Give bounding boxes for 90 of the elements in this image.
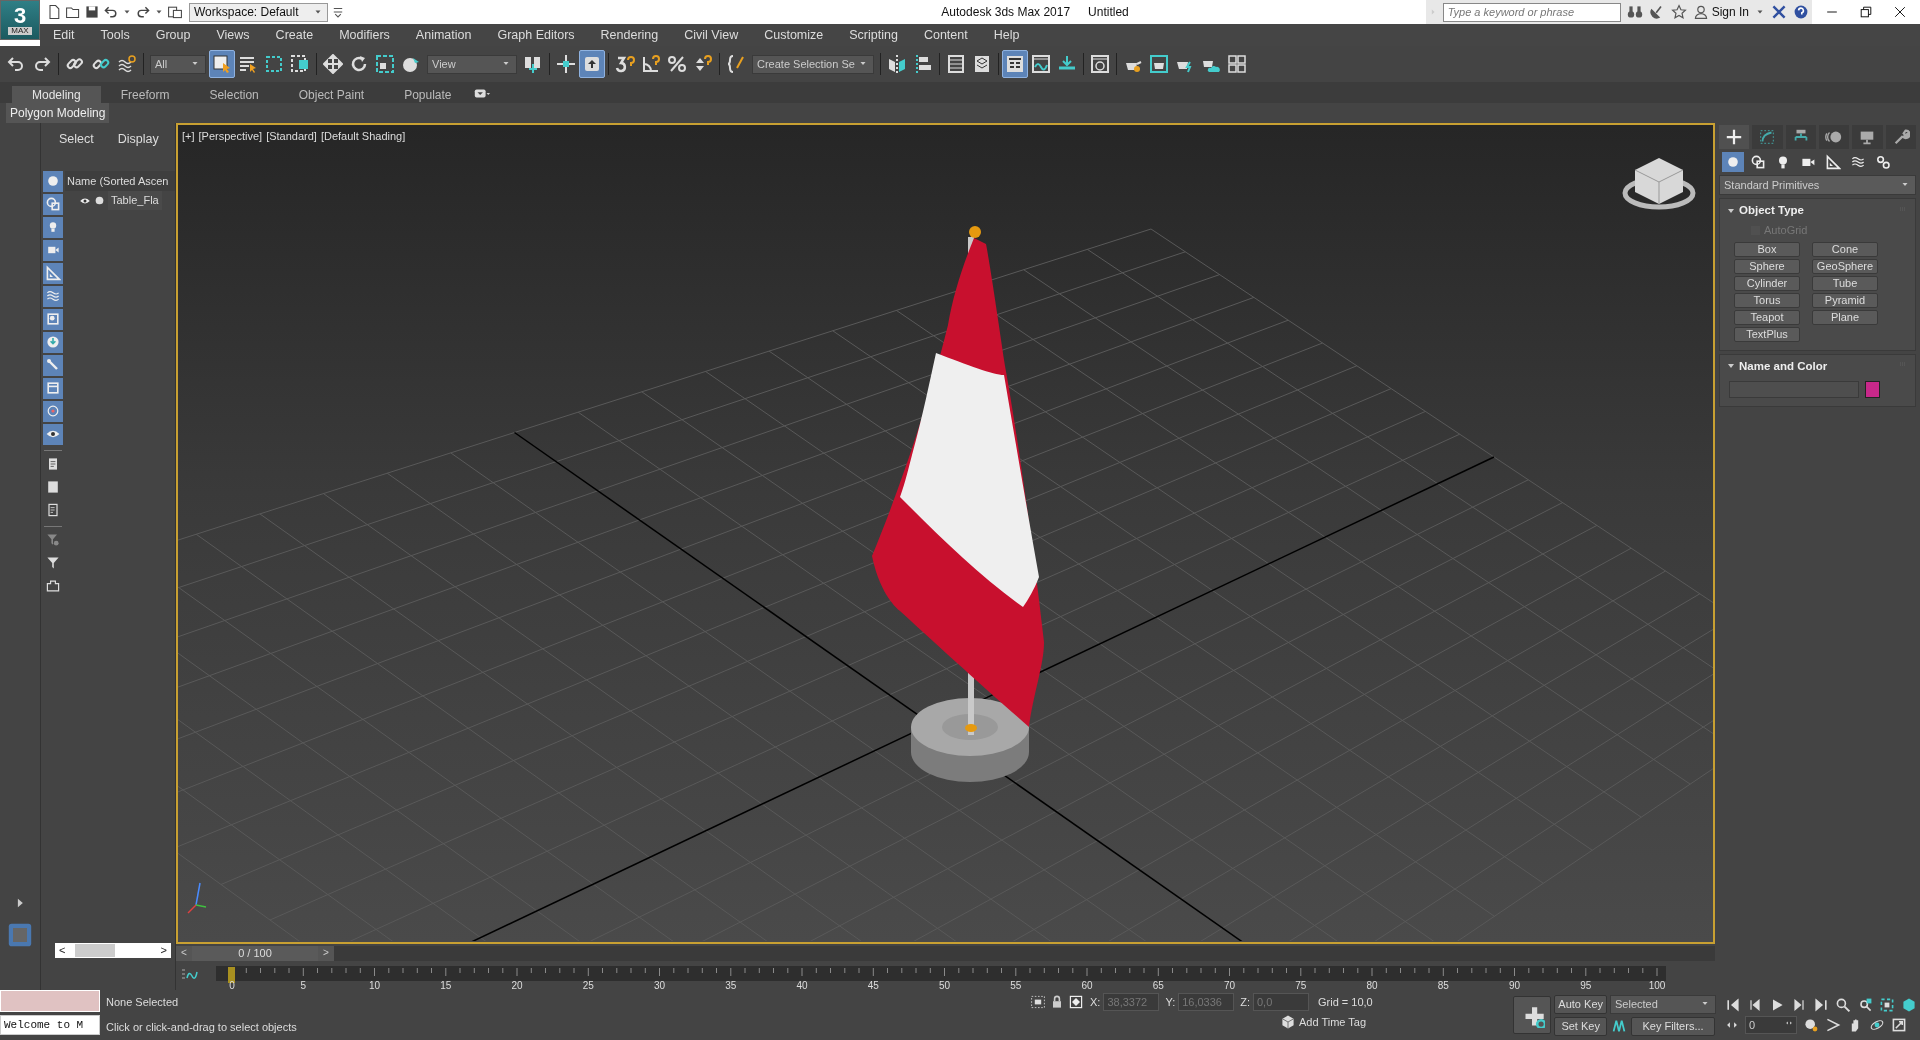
- set-key-button[interactable]: Set Key: [1554, 1016, 1607, 1036]
- frame-label: 45: [867, 980, 879, 990]
- ribbon-tab[interactable]: Freeform: [100, 86, 190, 103]
- coordinate-label: Y:: [1165, 994, 1176, 1010]
- frame-label: 60: [1081, 980, 1093, 990]
- object-name[interactable]: Table_Fla: [108, 191, 162, 210]
- frame-label: 100: [1648, 980, 1666, 990]
- dropdown[interactable]: All: [150, 54, 206, 74]
- key-mode-dropdown[interactable]: Selected: [1610, 994, 1716, 1014]
- search-field[interactable]: Type a keyword or phrase: [1442, 2, 1621, 22]
- frame-label: 50: [938, 980, 951, 990]
- menu-item[interactable]: Graph Editors: [484, 25, 588, 45]
- dropdown[interactable]: View: [427, 54, 517, 74]
- key-filters-button[interactable]: Key Filters...: [1631, 1016, 1715, 1036]
- sign-in-button[interactable]: Sign In: [1692, 3, 1749, 21]
- menu-item[interactable]: Edit: [40, 25, 88, 45]
- dropdown[interactable]: Create Selection Se: [752, 54, 874, 74]
- primitive-button[interactable]: Torus: [1734, 292, 1800, 308]
- current-frame-field[interactable]: 0: [1745, 1015, 1797, 1034]
- ribbon-tab[interactable]: Modeling: [12, 86, 101, 103]
- category-dropdown[interactable]: Standard Primitives: [1719, 175, 1916, 195]
- frame-label: 70: [1223, 980, 1236, 990]
- selection-status: None Selected: [106, 995, 180, 1011]
- column-header[interactable]: Name (Sorted Ascen: [65, 170, 175, 192]
- scroll-left-button[interactable]: <: [55, 944, 70, 957]
- primitive-button[interactable]: Teapot: [1734, 309, 1800, 325]
- menu-item[interactable]: Views: [203, 25, 263, 45]
- time-slider-thumb[interactable]: 0 / 100: [192, 945, 318, 961]
- primitive-button[interactable]: Plane: [1812, 309, 1878, 325]
- menu-item[interactable]: Content: [910, 25, 981, 45]
- document-title: Untitled: [1088, 4, 1129, 21]
- prompt-text: Click or click-and-drag to select objects: [106, 1020, 298, 1036]
- frame-label: 55: [1010, 980, 1022, 990]
- menu-item[interactable]: Group: [142, 25, 204, 45]
- frame-label: 95: [1580, 980, 1592, 990]
- primitive-button[interactable]: Box: [1734, 241, 1800, 257]
- menu-item[interactable]: Customize: [751, 25, 837, 45]
- frame-label: 90: [1508, 980, 1521, 990]
- viewport-label[interactable]: [+]: [182, 128, 195, 145]
- explorer-tab[interactable]: Select: [53, 129, 100, 150]
- frame-label: 20: [511, 980, 523, 990]
- workspace-dropdown[interactable]: Workspace: Default: [189, 2, 328, 22]
- frame-label: 5: [300, 980, 307, 990]
- previous-frame-button[interactable]: <: [176, 945, 192, 961]
- coordinate-label: X:: [1090, 994, 1101, 1010]
- primitive-button[interactable]: Tube: [1812, 275, 1878, 291]
- primitive-button[interactable]: TextPlus: [1734, 326, 1800, 342]
- scroll-right-button[interactable]: >: [156, 944, 171, 957]
- menu-item[interactable]: Help: [980, 25, 1033, 45]
- ribbon-tab[interactable]: Object Paint: [278, 86, 385, 103]
- viewport-label[interactable]: [Standard]: [266, 128, 317, 145]
- ribbon-tab[interactable]: Selection: [189, 86, 279, 103]
- rollout-title[interactable]: Object Type: [1739, 202, 1804, 220]
- auto-key-button[interactable]: Auto Key: [1554, 994, 1607, 1014]
- ribbon-tab[interactable]: Populate: [384, 86, 472, 103]
- viewport-label[interactable]: [Perspective]: [198, 128, 263, 145]
- explorer-tab[interactable]: Display: [111, 129, 165, 150]
- frame-label: 75: [1295, 980, 1307, 990]
- primitive-button[interactable]: Sphere: [1734, 258, 1800, 274]
- app-title: Autodesk 3ds Max 2017: [941, 4, 1071, 21]
- primitive-button[interactable]: GeoSphere: [1812, 258, 1878, 274]
- primitive-button[interactable]: Cone: [1812, 241, 1878, 257]
- grid-size: Grid = 10,0: [1318, 994, 1373, 1010]
- frame-label: 65: [1152, 980, 1164, 990]
- menu-item[interactable]: Modifiers: [326, 25, 403, 45]
- frame-label: 80: [1366, 980, 1378, 990]
- frame-label: 10: [368, 980, 381, 990]
- rollout-title[interactable]: Name and Color: [1739, 357, 1828, 375]
- viewport-label[interactable]: [Default Shading]: [320, 128, 406, 145]
- application-button[interactable]: 3 MAX: [0, 0, 40, 40]
- menu-item[interactable]: Civil View: [671, 25, 752, 45]
- menu-item[interactable]: Animation: [402, 25, 485, 45]
- listener-input-field[interactable]: Welcome to M: [0, 1015, 100, 1035]
- frame-label: 85: [1437, 980, 1449, 990]
- next-frame-button[interactable]: >: [318, 945, 334, 961]
- menu-item[interactable]: Rendering: [587, 25, 672, 45]
- frame-label: 30: [653, 980, 666, 990]
- menu-item[interactable]: Tools: [87, 25, 143, 45]
- ribbon-panel[interactable]: Polygon Modeling: [6, 103, 110, 123]
- coordinate-label: Z:: [1240, 994, 1250, 1010]
- frame-label: 35: [725, 980, 737, 990]
- primitive-button[interactable]: Pyramid: [1812, 292, 1878, 308]
- menu-item[interactable]: Scripting: [836, 25, 911, 45]
- primitive-button[interactable]: Cylinder: [1734, 275, 1800, 291]
- add-time-tag-link[interactable]: Add Time Tag: [1299, 1014, 1367, 1031]
- frame-label: 40: [796, 980, 808, 990]
- frame-label: 25: [582, 980, 594, 990]
- frame-label: 15: [440, 980, 452, 990]
- menu-item[interactable]: Create: [262, 25, 327, 45]
- frame-label: 0: [229, 980, 235, 990]
